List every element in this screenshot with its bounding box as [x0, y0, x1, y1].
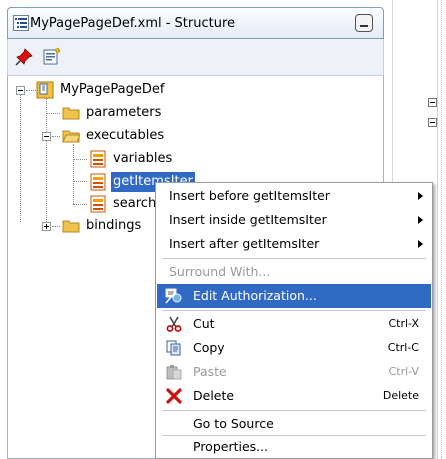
code-fold-toggle[interactable]	[428, 118, 437, 127]
menu-item-edit-authorization[interactable]: Edit Authorization...	[157, 284, 431, 308]
collapse-executables-toggle[interactable]	[42, 132, 51, 141]
menu-separator	[162, 410, 426, 411]
menu-item-label: Insert after getItemsIter	[169, 236, 320, 251]
shortcut-label: Ctrl-X	[388, 317, 419, 330]
menu-separator	[162, 258, 426, 259]
menu-item-delete[interactable]: Delete Delete	[157, 384, 431, 408]
shortcut-label: Ctrl-V	[388, 365, 419, 378]
copy-icon	[166, 340, 181, 356]
menu-separator	[162, 310, 426, 311]
tree-node-label: bindings	[86, 218, 142, 233]
panel-title: MyPagePageDef.xml - Structure	[30, 16, 236, 31]
minimize-button[interactable]	[355, 14, 373, 32]
iterator-icon	[90, 150, 106, 168]
delete-icon	[166, 388, 182, 404]
menu-item-label: Paste	[193, 364, 227, 379]
submenu-arrow-icon	[418, 192, 423, 200]
folder-icon	[62, 107, 80, 120]
edit-properties-icon[interactable]	[42, 47, 62, 67]
collapse-root-toggle[interactable]	[16, 86, 25, 95]
tree-node-label: search	[113, 196, 157, 211]
iterator-icon	[90, 173, 106, 191]
submenu-arrow-icon	[418, 216, 423, 224]
menu-item-insert-inside[interactable]: Insert inside getItemsIter	[157, 208, 431, 232]
tree-node-label: executables	[86, 128, 165, 143]
iterator-icon	[90, 195, 106, 213]
menu-item-label: Delete	[193, 388, 235, 403]
structure-icon	[13, 15, 29, 31]
paste-icon	[166, 365, 182, 380]
menu-item-label: Edit Authorization...	[193, 288, 317, 303]
tree-node-label: parameters	[86, 105, 162, 120]
menu-item-surround-with: Surround With...	[157, 260, 431, 284]
folder-icon	[62, 220, 80, 233]
menu-item-label: Insert before getItemsIter	[169, 188, 330, 203]
authorization-icon	[165, 288, 182, 304]
code-fold-toggle[interactable]	[428, 98, 437, 107]
menu-item-copy[interactable]: Copy Ctrl-C	[157, 336, 431, 360]
menu-item-paste: Paste Ctrl-V	[157, 360, 431, 384]
menu-item-insert-after[interactable]: Insert after getItemsIter	[157, 232, 431, 256]
expand-bindings-toggle[interactable]	[42, 222, 51, 231]
menu-item-label: Insert inside getItemsIter	[169, 212, 327, 227]
menu-item-label: Surround With...	[169, 264, 271, 279]
menu-item-label: Copy	[193, 340, 225, 355]
shortcut-label: Delete	[382, 389, 419, 402]
tree-node-label: MyPagePageDef	[60, 82, 165, 97]
shortcut-label: Ctrl-C	[387, 341, 419, 354]
menu-item-label: Go to Source	[193, 416, 274, 431]
folder-open-icon	[62, 130, 80, 143]
structure-tab[interactable]: MyPagePageDef.xml - Structure	[7, 7, 384, 39]
page-definition-icon	[36, 81, 54, 99]
structure-toolbar	[7, 39, 384, 75]
pin-icon[interactable]	[14, 47, 34, 67]
menu-item-insert-before[interactable]: Insert before getItemsIter	[157, 184, 431, 208]
menu-item-label: Cut	[193, 316, 215, 331]
scissors-icon	[166, 316, 182, 332]
submenu-arrow-icon	[418, 240, 423, 248]
tree-node-label: variables	[113, 151, 173, 166]
menu-item-label: Properties...	[193, 439, 269, 454]
menu-item-properties[interactable]: Properties...	[157, 435, 431, 459]
menu-item-cut[interactable]: Cut Ctrl-X	[157, 312, 431, 336]
menu-item-go-to-source[interactable]: Go to Source	[157, 412, 431, 436]
context-menu: Insert before getItemsIter Insert inside…	[155, 182, 433, 459]
